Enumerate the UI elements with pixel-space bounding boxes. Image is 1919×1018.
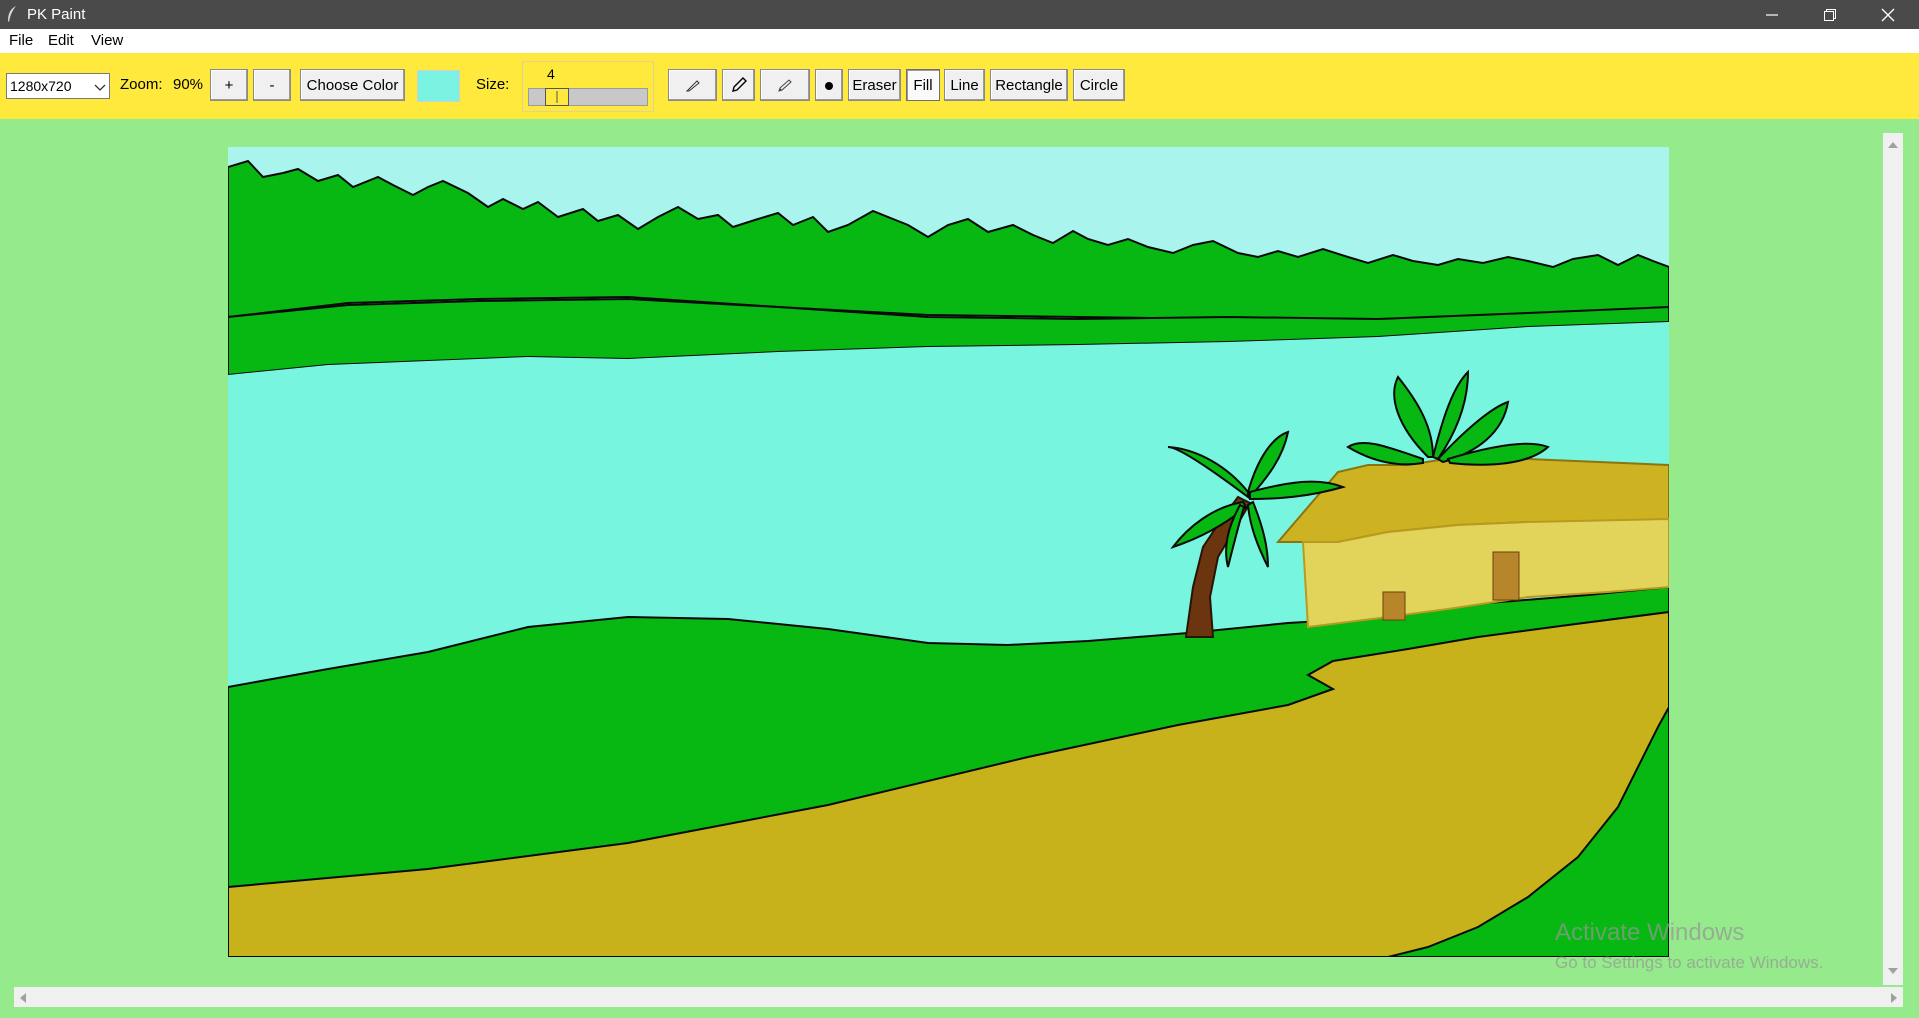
brush-size-slider[interactable]: 4: [522, 61, 654, 112]
scroll-up-icon[interactable]: [1887, 137, 1899, 155]
slider-trough[interactable]: [528, 88, 648, 106]
brush-tool-button[interactable]: [760, 69, 810, 101]
menu-edit[interactable]: Edit: [48, 32, 74, 49]
dot-tool-button[interactable]: [815, 69, 843, 101]
dot-icon: [825, 82, 833, 90]
restore-button[interactable]: [1801, 0, 1859, 29]
toolbar: 1280x720 Zoom: 90% + - Choose Color Size…: [0, 53, 1919, 119]
choose-color-button[interactable]: Choose Color: [300, 69, 405, 101]
pen-tool-button[interactable]: [668, 69, 717, 101]
menu-bar: File Edit View: [0, 29, 1919, 53]
slider-thumb[interactable]: [545, 88, 569, 106]
zoom-label: Zoom:: [120, 76, 163, 93]
hut-window: [1382, 591, 1406, 621]
current-color-swatch[interactable]: [417, 70, 460, 102]
close-button[interactable]: [1859, 0, 1917, 29]
title-bar: PK Paint: [0, 0, 1919, 29]
zoom-in-button[interactable]: +: [210, 69, 248, 101]
close-icon: [1881, 8, 1895, 21]
pencil-tool-button[interactable]: [722, 69, 755, 101]
canvas-size-value: 1280x720: [10, 78, 72, 94]
brush-size-value: 4: [547, 66, 555, 82]
scroll-down-icon[interactable]: [1887, 963, 1899, 981]
hut-door: [1492, 551, 1520, 601]
minimize-button[interactable]: [1743, 0, 1801, 29]
rectangle-button[interactable]: Rectangle: [990, 69, 1068, 101]
drawing-canvas[interactable]: [228, 147, 1669, 957]
chevron-down-icon: [94, 80, 106, 96]
horizontal-scrollbar[interactable]: [14, 987, 1903, 1007]
fill-button[interactable]: Fill: [906, 69, 940, 101]
canvas-workspace: Activate Windows Go to Settings to activ…: [0, 119, 1919, 1018]
zoom-value: 90%: [173, 76, 204, 93]
landscape-drawing: [228, 147, 1669, 957]
watermark-subtitle: Go to Settings to activate Windows.: [1555, 953, 1824, 972]
watermark-title: Activate Windows: [1555, 919, 1745, 946]
menu-file[interactable]: File: [9, 32, 33, 49]
line-button[interactable]: Line: [944, 69, 985, 101]
pencil-icon: [731, 77, 747, 92]
window-title: PK Paint: [27, 6, 86, 23]
eraser-button[interactable]: Eraser: [848, 69, 901, 101]
vertical-scrollbar[interactable]: [1883, 133, 1903, 985]
feather-icon: [8, 6, 16, 22]
brush-icon: [778, 79, 792, 92]
zoom-out-button[interactable]: -: [253, 69, 291, 101]
size-label: Size:: [476, 76, 510, 93]
circle-button[interactable]: Circle: [1073, 69, 1125, 101]
scroll-right-icon[interactable]: [1889, 991, 1899, 1009]
minimize-icon: [1766, 13, 1778, 16]
pen-icon: [685, 80, 700, 92]
slider-grip-icon: [556, 91, 558, 103]
scroll-left-icon[interactable]: [18, 991, 28, 1009]
menu-view[interactable]: View: [91, 32, 123, 49]
restore-icon: [1824, 8, 1836, 21]
canvas-size-dropdown[interactable]: 1280x720: [6, 73, 110, 99]
activation-watermark: Activate Windows Go to Settings to activ…: [1555, 919, 1823, 973]
